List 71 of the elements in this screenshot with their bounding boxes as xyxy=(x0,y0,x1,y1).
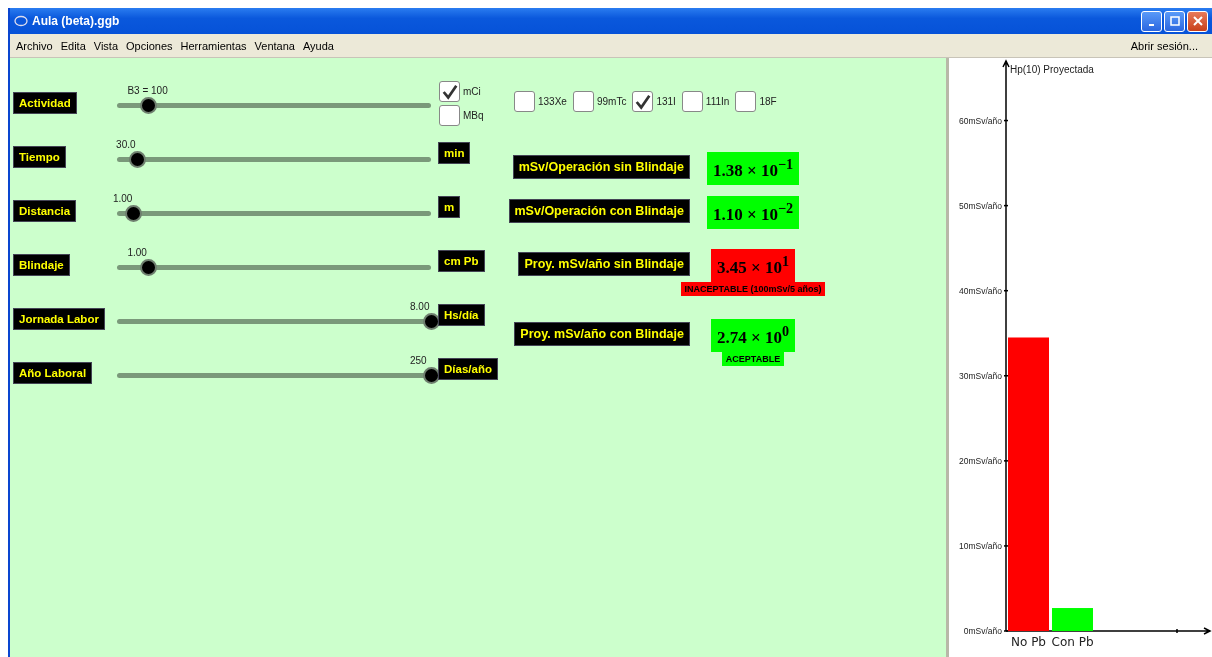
slider-thumb[interactable] xyxy=(128,151,146,168)
checkbox[interactable] xyxy=(632,91,654,112)
menu-item[interactable]: Ventana xyxy=(254,39,295,52)
result-label: mSv/Operación con Blindaje xyxy=(508,199,690,223)
result-value: 2.74 × 10$^{0}$ xyxy=(711,319,795,352)
result-value: 3.45 × 10$^{1}$ xyxy=(711,249,795,282)
slider-label: Blindaje xyxy=(13,254,70,276)
slider-thumb[interactable] xyxy=(139,97,157,114)
axis-tick-label: 30mSv/año xyxy=(959,370,1002,381)
bar xyxy=(1052,608,1093,631)
slider-label: Distancia xyxy=(13,200,77,222)
status-label: INACEPTABLE (100mSv/5 años) xyxy=(680,281,826,296)
maximize-button[interactable] xyxy=(1164,10,1185,32)
unit-label: Hs/día xyxy=(438,304,485,326)
category-label: Con Pb xyxy=(1051,635,1094,649)
category-label: No Pb xyxy=(1011,635,1046,649)
checkbox[interactable] xyxy=(572,91,594,112)
checkbox-label: 131I xyxy=(656,96,676,107)
menu-item[interactable]: Herramientas xyxy=(180,39,247,52)
axis-title: Hp(10) Proyectada xyxy=(1010,64,1094,75)
unit-label: cm Pb xyxy=(438,250,485,272)
result-label: Proy. mSv/año sin Blindaje xyxy=(518,252,690,276)
unit-label: m xyxy=(438,196,461,218)
menu-item[interactable]: Ayuda xyxy=(302,39,334,52)
result-label: Proy. mSv/año con Blindaje xyxy=(514,322,690,346)
axis-tick-label: 0mSv/año xyxy=(963,626,1002,636)
checkbox-label: 111In xyxy=(705,96,730,107)
window-title: Aula (beta).ggb xyxy=(32,14,120,28)
minimize-icon xyxy=(1149,23,1154,26)
slider-value: 30.0 xyxy=(116,139,136,150)
checkbox-label: 18F xyxy=(759,96,777,107)
login-link[interactable]: Abrir sesión... xyxy=(1130,39,1198,52)
result-value: 1.10 × 10$^{−2}$ xyxy=(706,196,800,229)
maximize-icon xyxy=(1169,16,1180,26)
slider-value: 1.00 xyxy=(112,193,133,204)
slider-value: B3 = 100 xyxy=(127,85,168,96)
axis-tick-label: 50mSv/año xyxy=(959,200,1002,211)
checkbox[interactable] xyxy=(439,105,460,126)
slider-thumb[interactable] xyxy=(139,259,157,276)
result-value: 1.38 × 10$^{−1}$ xyxy=(706,152,800,185)
checkbox[interactable] xyxy=(735,91,757,112)
slider-label: Año Laboral xyxy=(13,362,93,384)
checkbox-label: 99mTc xyxy=(596,96,627,107)
menu-item[interactable]: Edita xyxy=(60,39,86,52)
slider-value: 250 xyxy=(410,355,427,366)
checkbox-label: 133Xe xyxy=(538,96,567,107)
checkbox[interactable] xyxy=(514,91,535,112)
close-icon xyxy=(1192,16,1203,26)
menu-item[interactable]: Archivo xyxy=(16,39,53,52)
axis-tick-label: 10mSv/año xyxy=(959,540,1002,551)
axis-tick-label: 20mSv/año xyxy=(959,455,1002,466)
checkbox[interactable] xyxy=(439,81,460,102)
slider-value: 8.00 xyxy=(410,301,430,312)
slider-thumb[interactable] xyxy=(125,205,143,222)
unit-label: min xyxy=(438,142,471,164)
app-icon xyxy=(14,15,28,27)
menu-item[interactable]: Opciones xyxy=(126,39,173,52)
menu-item[interactable]: Vista xyxy=(93,39,119,52)
slider-label: Jornada Labor xyxy=(13,308,105,330)
result-label: mSv/Operación sin Blindaje xyxy=(512,155,690,179)
checkbox[interactable] xyxy=(681,91,703,112)
axis-tick-label: 40mSv/año xyxy=(959,285,1002,296)
close-button[interactable] xyxy=(1187,10,1208,32)
unit-label: Días/año xyxy=(438,358,498,380)
slider-label: Actividad xyxy=(13,92,77,114)
axis-tick-label: 60mSv/año xyxy=(959,115,1002,126)
checkbox-label: MBq xyxy=(463,110,484,121)
checkbox-label: mCi xyxy=(463,86,481,97)
slider-value: 1.00 xyxy=(127,247,147,258)
minimize-button[interactable] xyxy=(1141,10,1162,32)
slider-label: Tiempo xyxy=(13,146,66,168)
